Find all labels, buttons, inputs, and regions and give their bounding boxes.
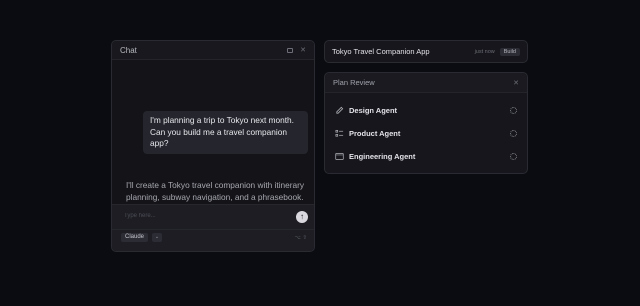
- chat-panel: Chat ✕ I'm planning a trip to Tokyo next…: [111, 40, 315, 252]
- chevron-down-icon[interactable]: ⌄: [152, 233, 162, 242]
- agent-label: Design Agent: [349, 105, 398, 115]
- message-input[interactable]: [124, 213, 274, 219]
- chat-header: Chat ✕: [112, 41, 314, 60]
- app-name: Tokyo Travel Companion App: [332, 47, 430, 56]
- agent-label: Engineering Agent: [349, 151, 416, 161]
- chat-header-actions: ✕: [287, 47, 306, 54]
- composer: ↑ Claude ⌄ ⌥ ⇧: [112, 204, 314, 251]
- app-timestamp: just now: [474, 48, 495, 55]
- build-badge[interactable]: Build: [499, 47, 520, 56]
- agent-label: Product Agent: [349, 128, 401, 138]
- agent-row-engineering[interactable]: Engineering Agent: [335, 150, 517, 162]
- user-message: I'm planning a trip to Tokyo next month.…: [143, 111, 308, 154]
- composer-divider: [112, 229, 314, 230]
- chat-title: Chat: [120, 45, 137, 55]
- loading-spinner-icon: [510, 106, 517, 114]
- terminal-icon: [335, 152, 345, 161]
- arrow-up-icon: ↑: [300, 212, 304, 221]
- close-icon[interactable]: ✕: [513, 79, 519, 87]
- send-button[interactable]: ↑: [296, 211, 308, 223]
- keyboard-shortcut: ⌥ ⇧: [294, 235, 307, 241]
- agent-row-product[interactable]: Product Agent: [335, 127, 517, 139]
- loading-spinner-icon: [510, 152, 517, 160]
- app-bar[interactable]: Tokyo Travel Companion App just now Buil…: [324, 40, 528, 63]
- app-meta: just now Build: [474, 47, 520, 56]
- list-icon: [335, 129, 345, 138]
- plan-title: Plan Review: [333, 78, 375, 87]
- close-icon[interactable]: ✕: [300, 47, 306, 54]
- pencil-icon: [335, 106, 345, 115]
- window-icon[interactable]: [287, 47, 294, 53]
- model-selector[interactable]: Claude: [121, 233, 149, 242]
- plan-header: Plan Review ✕: [325, 73, 527, 93]
- agent-row-design[interactable]: Design Agent: [335, 104, 517, 116]
- plan-review-panel: Plan Review ✕ Design Agent Product Agent…: [324, 72, 528, 174]
- chat-messages: I'm planning a trip to Tokyo next month.…: [112, 60, 314, 213]
- loading-spinner-icon: [510, 129, 517, 137]
